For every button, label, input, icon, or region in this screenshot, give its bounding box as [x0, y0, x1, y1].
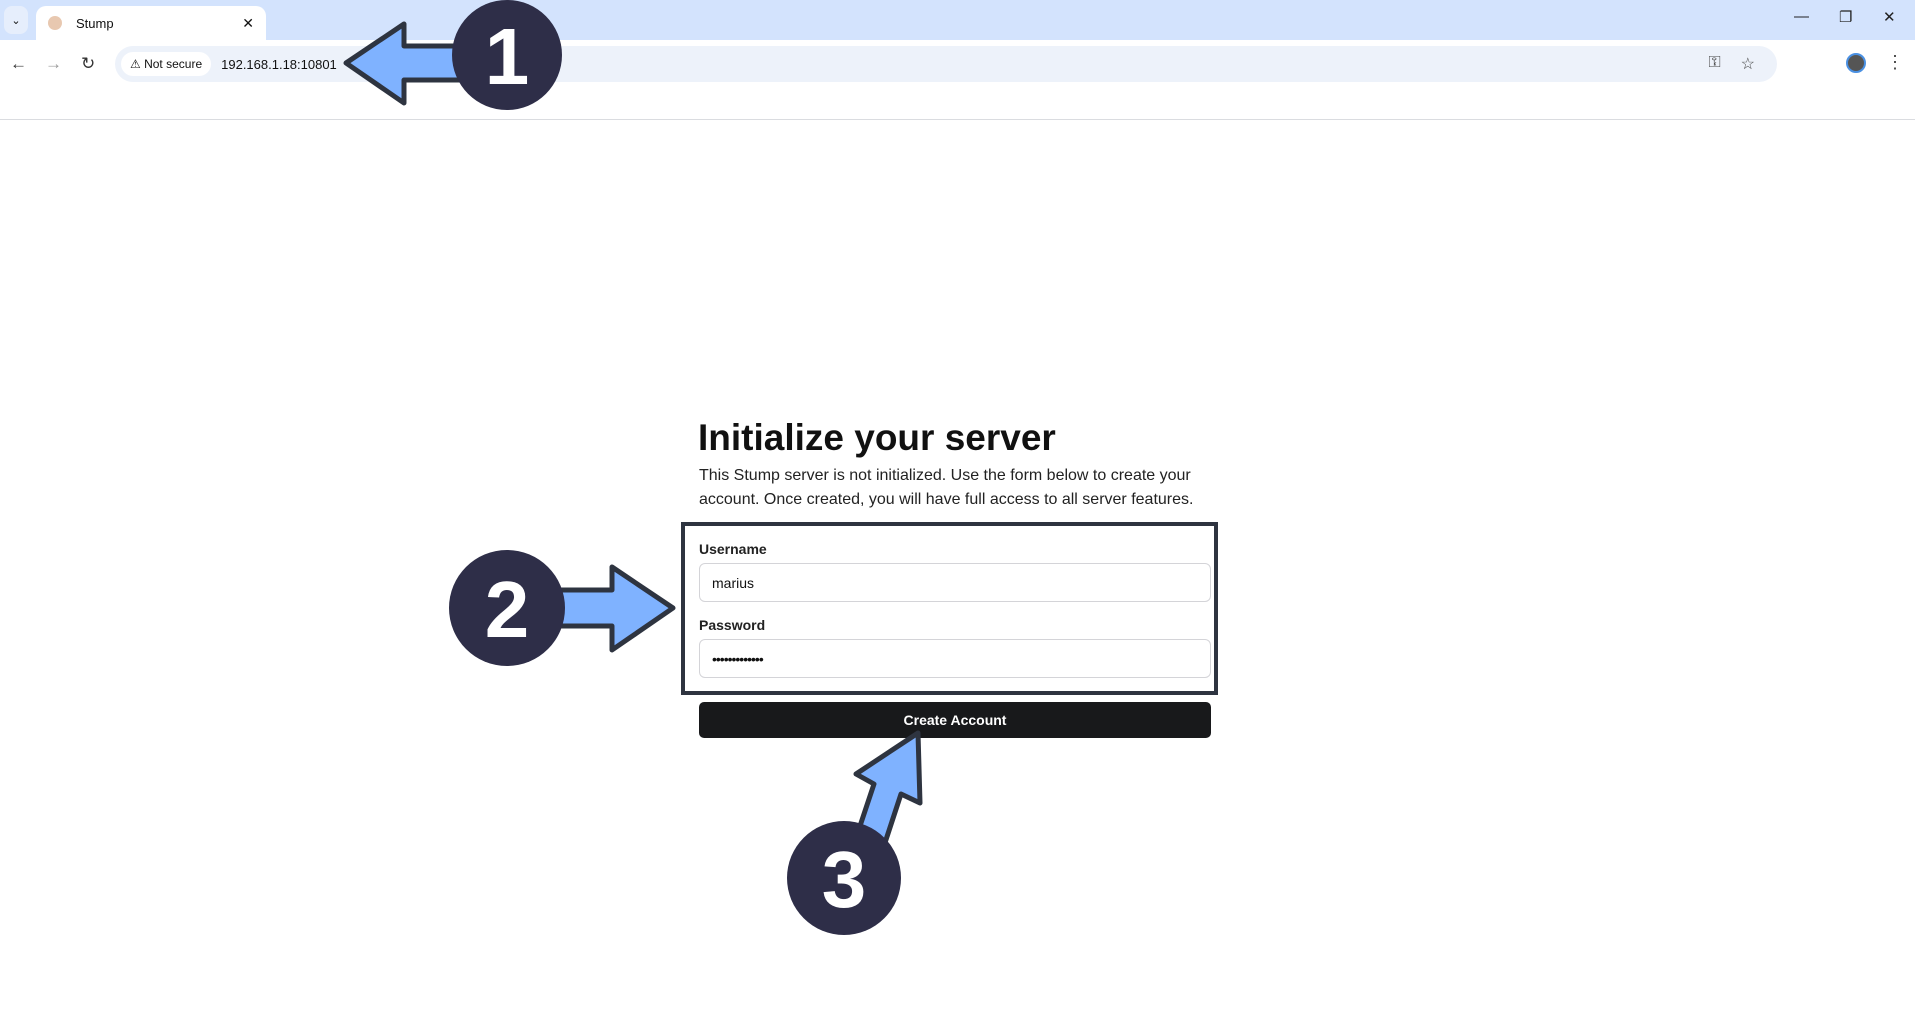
address-bar[interactable]: ⚠ Not secure 192.168.1.18:10801 ⚿ ☆	[115, 46, 1777, 82]
step-badge-2	[449, 550, 565, 666]
password-label: Password	[699, 617, 766, 633]
username-label: Username	[699, 541, 767, 557]
more-icon[interactable]: ⋮	[1886, 52, 1904, 73]
back-icon[interactable]: ←	[10, 54, 27, 74]
star-icon[interactable]: ☆	[1741, 54, 1755, 74]
favicon-icon	[48, 16, 62, 30]
browser-toolbar: ← → ↻ ⚠ Not secure 192.168.1.18:10801 ⚿ ☆…	[0, 40, 1915, 120]
security-label: Not secure	[144, 57, 203, 71]
key-icon[interactable]: ⚿	[1708, 54, 1720, 74]
tab-title: Stump	[76, 15, 114, 31]
reload-icon[interactable]: ↻	[81, 54, 95, 74]
tab-stump[interactable]: Stump ✕	[36, 6, 266, 40]
close-icon[interactable]: ✕	[1883, 8, 1896, 26]
step-number-2: 2	[485, 565, 530, 654]
avatar[interactable]	[1846, 53, 1866, 73]
forward-icon[interactable]: →	[45, 54, 62, 74]
step-badge-3	[787, 821, 901, 935]
tab-strip: ⌄ Stump ✕ — ❐ ✕	[0, 0, 1915, 40]
username-input[interactable]: marius	[699, 563, 1211, 602]
page-description: This Stump server is not initialized. Us…	[699, 467, 1194, 508]
minimize-icon[interactable]: —	[1794, 8, 1809, 25]
page-title: Initialize your server	[698, 417, 1056, 458]
arrow-2	[557, 564, 676, 653]
url-text[interactable]: 192.168.1.18:10801	[221, 57, 337, 72]
step-number-3: 3	[822, 835, 867, 924]
arrow-3	[849, 730, 923, 861]
warning-icon: ⚠	[130, 57, 145, 71]
annotation-overlay: 1 2 3	[343, 0, 923, 935]
restore-icon[interactable]: ❐	[1839, 8, 1852, 26]
password-input[interactable]: •••••••••••••	[699, 639, 1211, 678]
tab-close-icon[interactable]: ✕	[242, 15, 254, 32]
create-account-button[interactable]: Create Account	[699, 702, 1211, 738]
chevron-down-icon[interactable]: ⌄	[4, 6, 28, 34]
security-chip[interactable]: ⚠ Not secure	[121, 52, 212, 76]
